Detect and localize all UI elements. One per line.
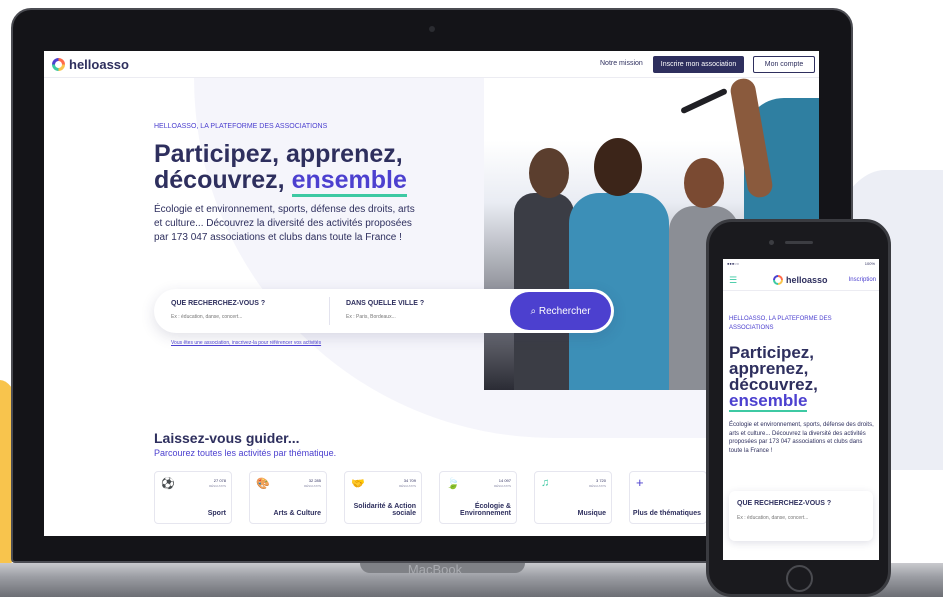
hero-title: Participez, apprenez, découvrez, ensembl… <box>154 140 454 197</box>
card-label: Musique <box>577 510 606 517</box>
theme-card-ecology[interactable]: 🍃 14 097 RÉSULTATS Écologie & Environnem… <box>439 471 517 524</box>
search-button[interactable]: ⌕ Rechercher <box>510 292 611 330</box>
nav-link-mission[interactable]: Notre mission <box>600 60 643 67</box>
card-results-unit: RÉSULTATS <box>493 484 511 488</box>
leaf-icon: 🍃 <box>446 478 460 490</box>
card-results-unit: RÉSULTATS <box>208 484 226 488</box>
phone-device: ●●●○○ 100% ☰ helloasso Inscription HELLO… <box>706 219 891 597</box>
theme-card-arts[interactable]: 🎨 32 285 RÉSULTATS Arts & Culture <box>249 471 327 524</box>
helloasso-logo-icon <box>52 58 65 71</box>
hero-description: Écologie et environnement, sports, défen… <box>154 204 415 243</box>
card-label: Plus de thématiques <box>632 510 701 517</box>
register-association-button[interactable]: Inscrire mon association <box>653 56 744 73</box>
search-what-label: QUE RECHERCHEZ-VOUS ? <box>171 300 266 307</box>
phone-camera <box>769 240 774 245</box>
my-account-button[interactable]: Mon compte <box>753 56 815 73</box>
search-what-input[interactable] <box>171 312 321 322</box>
theme-card-music[interactable]: ♫ 3 720 RÉSULTATS Musique <box>534 471 612 524</box>
palette-icon: 🎨 <box>256 478 270 490</box>
mobile-title-highlight: ensemble <box>729 391 808 412</box>
mockup-stage: MacBook helloasso Notre mission Inscrire… <box>0 0 943 597</box>
card-count: 27 078 <box>213 478 226 483</box>
mobile-hero-eyebrow: HELLOASSO, LA PLATEFORME DES ASSOCIATION… <box>729 316 832 331</box>
singer-head <box>594 138 642 196</box>
register-association-link[interactable]: Vous êtes une association, inscrivez-la … <box>171 340 321 346</box>
search-bar: QUE RECHERCHEZ-VOUS ? DANS QUELLE VILLE … <box>154 289 614 333</box>
mobile-hero-description: Écologie et environnement, sports, défen… <box>729 422 874 454</box>
search-icon: ⌕ <box>530 305 539 317</box>
mobile-logo-text: helloasso <box>786 275 828 285</box>
hero-eyebrow: HELLOASSO, LA PLATEFORME DES ASSOCIATION… <box>154 123 328 130</box>
guide-title: Laissez-vous guider... <box>154 430 300 446</box>
top-navigation: helloasso Notre mission Inscrire mon ass… <box>44 51 819 78</box>
card-results-unit: RÉSULTATS <box>588 484 606 488</box>
logo-text: helloasso <box>69 57 129 72</box>
card-label: Écologie & Environnement <box>460 503 511 517</box>
laptop-brand-label: MacBook <box>407 562 463 577</box>
card-count: 34 709 <box>403 478 416 483</box>
card-count: 14 097 <box>498 478 511 483</box>
guide-subtitle: Parcourez toutes les activités par théma… <box>154 448 337 458</box>
card-label: Arts & Culture <box>273 510 321 517</box>
mobile-hero-title: Participez, apprenez, découvrez, ensembl… <box>729 344 869 412</box>
phone-home-button[interactable] <box>786 565 813 592</box>
search-button-label: Rechercher <box>538 305 591 317</box>
laptop-screen: helloasso Notre mission Inscrire mon ass… <box>44 51 819 536</box>
card-label: Sport <box>207 510 226 517</box>
hero-title-line1: Participez, apprenez, <box>154 140 403 168</box>
mobile-search-input[interactable] <box>737 513 862 523</box>
search-where-input[interactable] <box>346 312 496 322</box>
card-label: Solidarité & Action sociale <box>353 503 416 517</box>
signal-icon: ●●●○○ <box>727 261 740 266</box>
battery-status: 100% <box>864 261 875 266</box>
card-results-unit: RÉSULTATS <box>398 484 416 488</box>
card-results-unit: RÉSULTATS <box>303 484 321 488</box>
microphone <box>680 87 728 115</box>
music-icon: ♫ <box>541 477 550 489</box>
plus-icon: + <box>636 475 644 490</box>
sport-icon: ⚽ <box>161 478 175 490</box>
mobile-navigation: ☰ helloasso Inscription <box>723 269 879 291</box>
card-count: 3 720 <box>595 478 606 483</box>
search-divider <box>329 297 330 325</box>
search-where-label: DANS QUELLE VILLE ? <box>346 300 425 307</box>
hero-title-line2: découvrez, <box>154 166 285 194</box>
phone-speaker <box>785 241 813 244</box>
handshake-icon: 🤝 <box>351 478 365 490</box>
mobile-search-box: QUE RECHERCHEZ-VOUS ? <box>729 491 873 541</box>
hamburger-menu-icon[interactable]: ☰ <box>729 275 737 286</box>
phone-screen: ●●●○○ 100% ☰ helloasso Inscription HELLO… <box>723 259 879 560</box>
singer-head <box>529 148 569 198</box>
helloasso-logo-icon <box>773 275 783 285</box>
mobile-search-label: QUE RECHERCHEZ-VOUS ? <box>737 500 832 507</box>
logo[interactable]: helloasso <box>52 57 129 72</box>
theme-card-solidarity[interactable]: 🤝 34 709 RÉSULTATS Solidarité & Action s… <box>344 471 422 524</box>
hero-title-highlight: ensemble <box>291 166 407 197</box>
mobile-logo[interactable]: helloasso <box>773 275 828 285</box>
card-count: 32 285 <box>308 478 321 483</box>
laptop-camera <box>429 26 435 32</box>
singer-head <box>684 158 724 208</box>
mobile-signup-link[interactable]: Inscription <box>849 277 876 283</box>
theme-card-sport[interactable]: ⚽ 27 078 RÉSULTATS Sport <box>154 471 232 524</box>
theme-card-more[interactable]: + Plus de thématiques <box>629 471 707 524</box>
status-bar: ●●●○○ 100% <box>723 259 879 267</box>
